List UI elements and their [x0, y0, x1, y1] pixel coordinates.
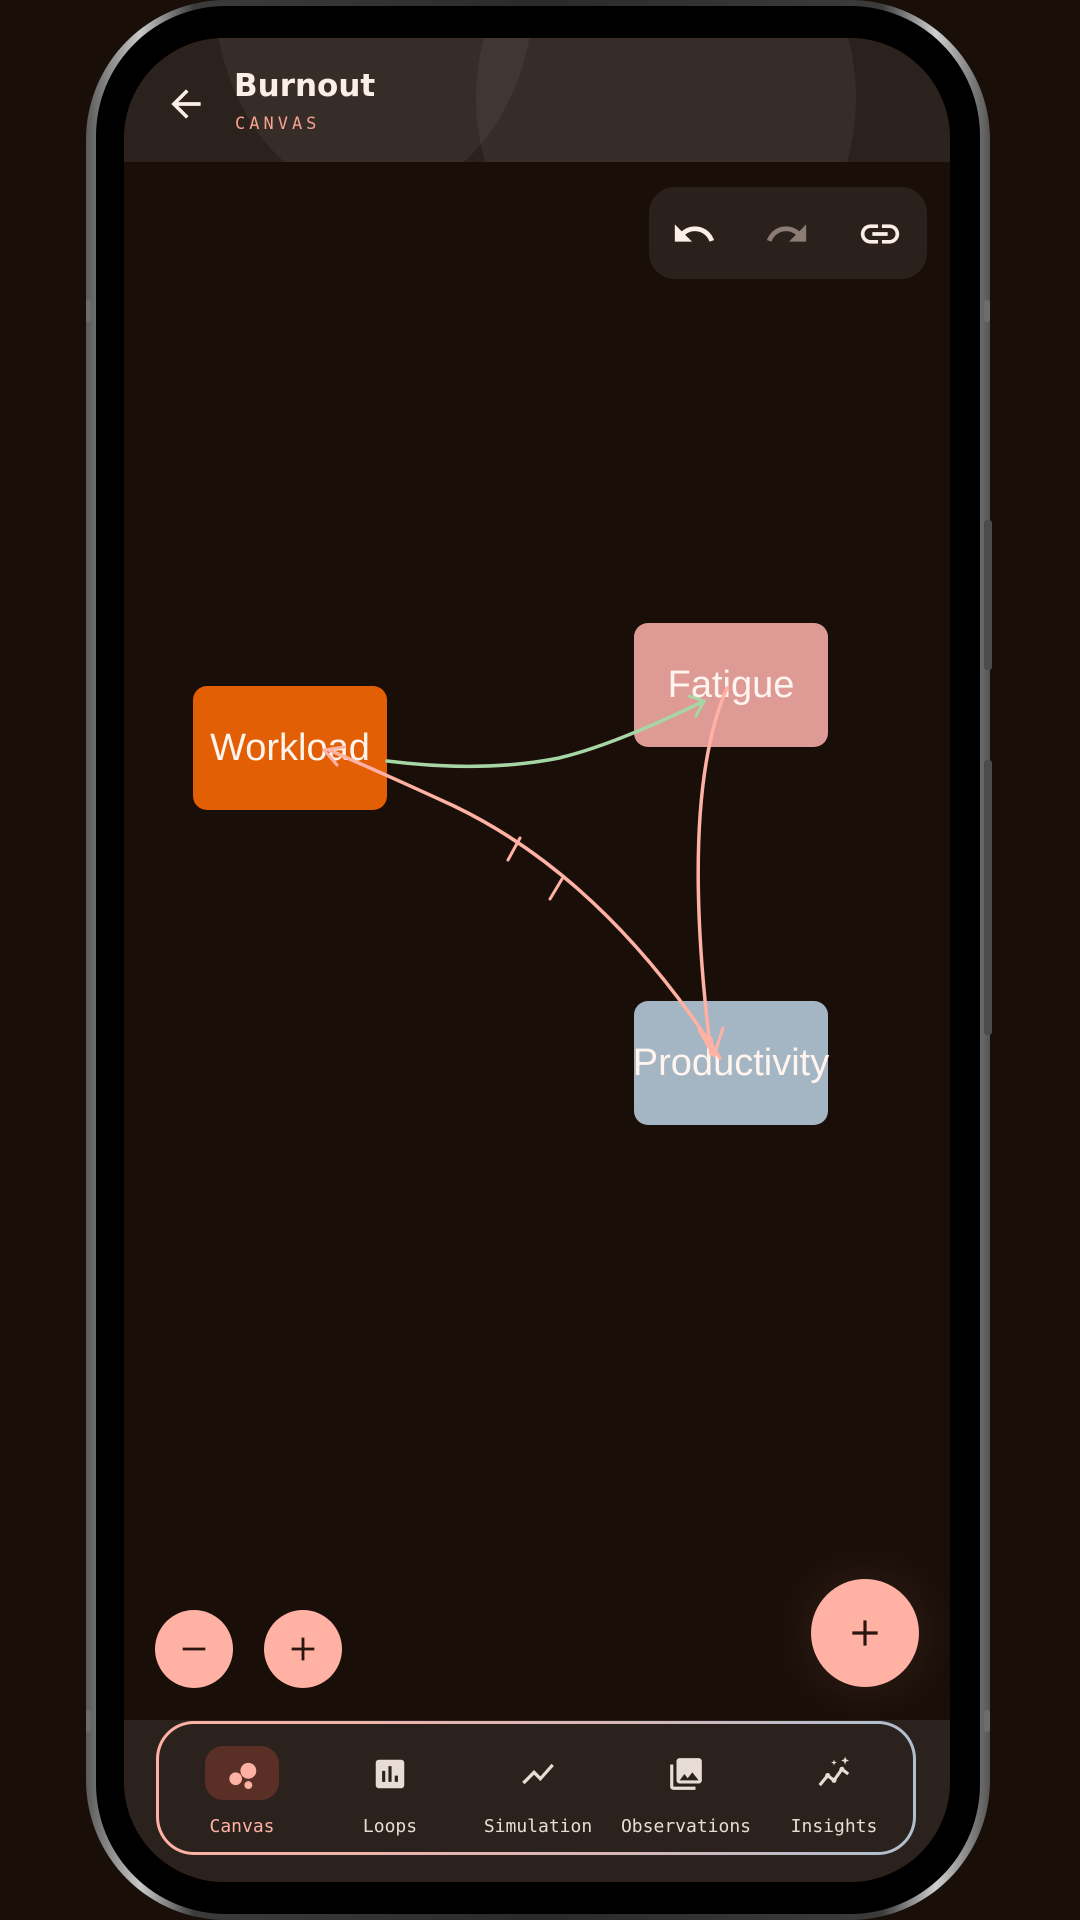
phone-side-button	[86, 1710, 91, 1732]
nav-label: Loops	[362, 1816, 418, 1837]
nav-label: Simulation	[483, 1816, 593, 1837]
edge-workload-fatigue[interactable]	[385, 699, 706, 769]
edge-fatigue-productivity[interactable]	[696, 686, 729, 1056]
phone-side-button	[86, 300, 91, 322]
nav-item-simulation[interactable]: Simulation	[459, 1724, 607, 1858]
sparkle-chart-icon	[818, 1756, 850, 1787]
nav-item-observations[interactable]: Observations	[607, 1724, 755, 1858]
nav-item-canvas[interactable]: Canvas	[163, 1724, 311, 1858]
add-node-button[interactable]	[811, 1579, 919, 1687]
photo-library-icon	[670, 1758, 702, 1790]
plus-icon	[852, 1620, 878, 1646]
bottom-nav: Canvas Loops Simulation Observations Ins…	[156, 1721, 916, 1855]
nav-label: Canvas	[209, 1816, 275, 1837]
zoom-in-button[interactable]	[264, 1610, 342, 1688]
nav-label: Observations	[620, 1816, 752, 1837]
bar-chart-icon	[375, 1759, 405, 1789]
trend-line-icon	[522, 1763, 554, 1785]
minus-icon	[182, 1647, 206, 1651]
nav-item-insights[interactable]: Insights	[755, 1724, 903, 1858]
phone-side-button	[984, 300, 990, 322]
phone-side-button	[984, 1710, 990, 1732]
app-screen: Burnout CANVAS Workload Fatigue Producti…	[124, 38, 950, 1882]
edge-productivity-workload[interactable]	[327, 748, 722, 1060]
plus-icon	[291, 1637, 315, 1661]
zoom-out-button[interactable]	[155, 1610, 233, 1688]
nav-label: Insights	[790, 1816, 878, 1837]
bubbles-icon	[229, 1762, 257, 1790]
volume-button	[984, 760, 992, 1035]
power-button	[984, 520, 992, 670]
nav-item-loops[interactable]: Loops	[311, 1724, 459, 1858]
